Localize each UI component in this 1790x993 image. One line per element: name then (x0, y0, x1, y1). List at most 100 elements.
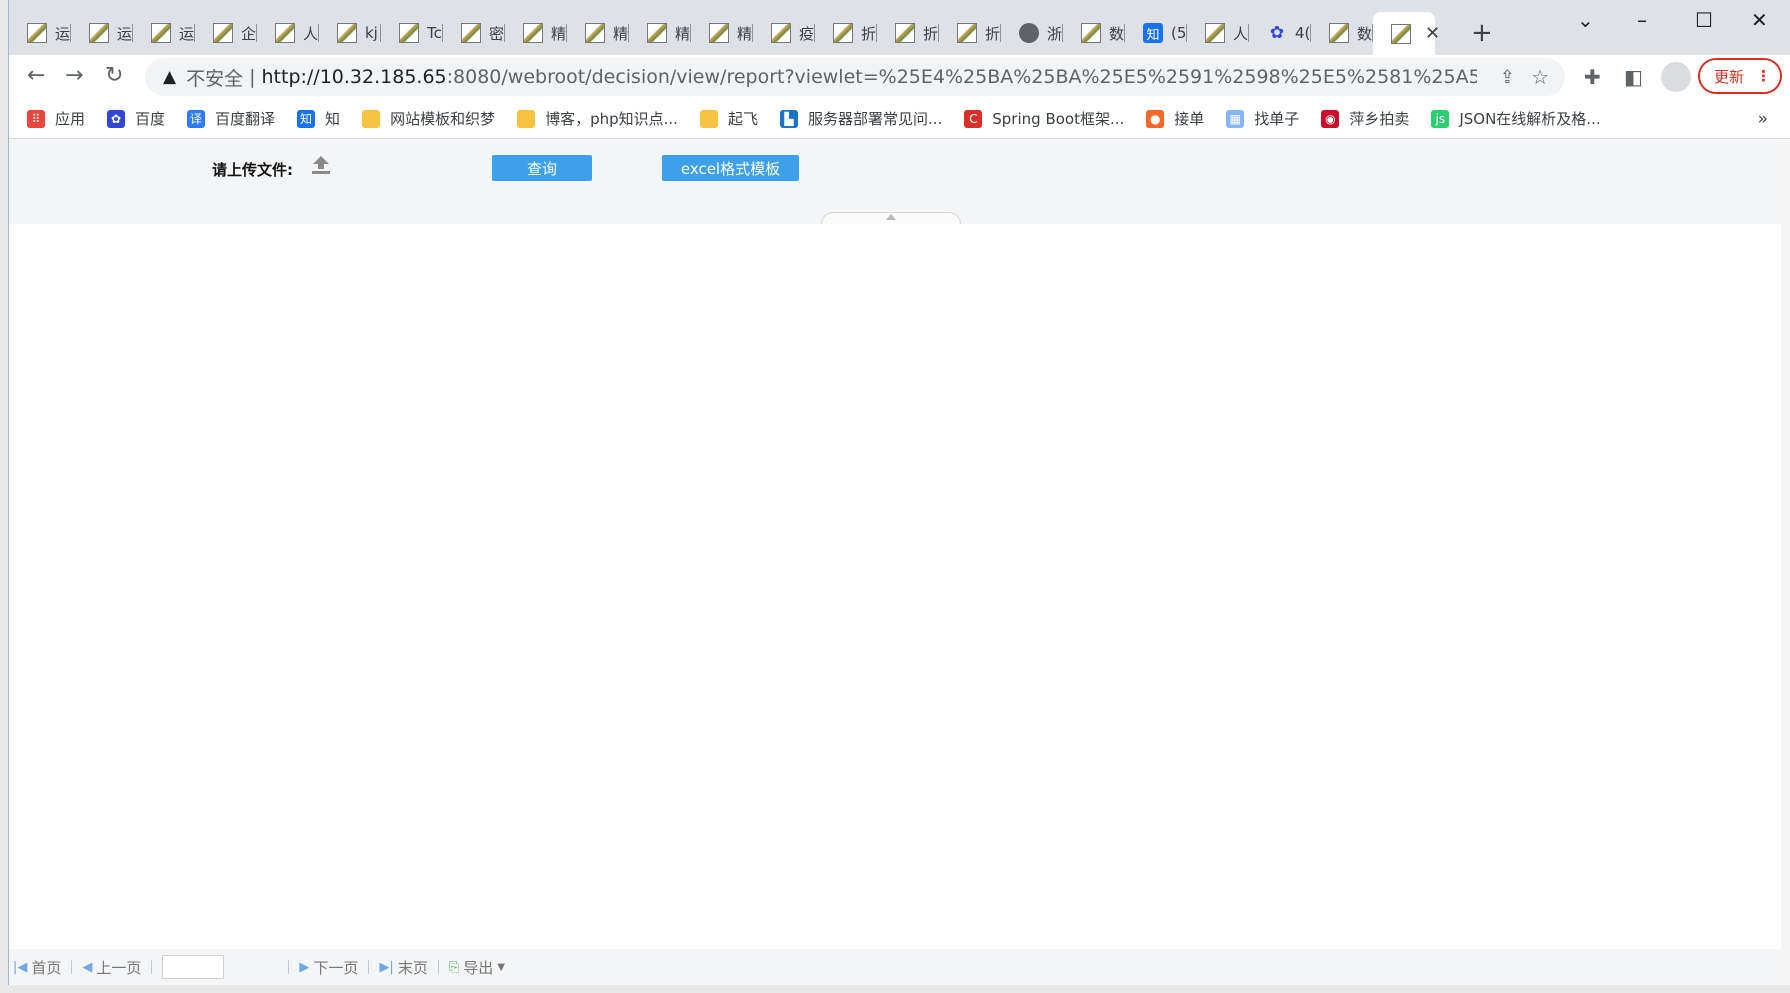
minimize-icon[interactable]: – (1637, 8, 1647, 32)
browser-tab[interactable]: 精 (629, 18, 691, 48)
previous-page-button[interactable]: ◀ 上一页 (82, 957, 141, 978)
browser-tab[interactable]: 折 (815, 18, 877, 48)
bookmark-item[interactable]: 网站模板和织梦 (362, 108, 495, 129)
side-panel-icon[interactable]: ◧ (1624, 65, 1643, 89)
bookmark-item[interactable]: 译百度翻译 (187, 108, 275, 129)
last-page-button[interactable]: ▶| 末页 (379, 957, 427, 978)
forward-arrow-icon[interactable]: → (65, 63, 83, 88)
bookmark-label: 服务器部署常见问... (807, 110, 943, 128)
bookmark-item[interactable]: ● 接单 (1146, 108, 1204, 129)
new-tab-button[interactable]: + (1471, 18, 1493, 48)
bookmark-item[interactable]: ⠿ 应用 (27, 108, 85, 129)
bookmark-label: 知 (325, 110, 341, 128)
zhihu-icon: 知 (297, 109, 316, 128)
broken-image-icon (89, 23, 109, 43)
first-page-button[interactable]: |◀ 首页 (13, 957, 61, 978)
close-window-icon[interactable]: ✕ (1751, 8, 1768, 32)
browser-tab[interactable]: 折 (939, 18, 1001, 48)
url-host: http://10.32.185.65 (261, 66, 447, 88)
extensions-puzzle-icon[interactable]: ✚ (1584, 65, 1601, 89)
active-browser-tab[interactable]: ✕ (1373, 12, 1440, 55)
export-menu-button[interactable]: ⎘ 导出 ▼ (449, 957, 505, 978)
browser-tab[interactable]: 浙 (1001, 18, 1063, 48)
bookmark-item[interactable]: ✿ 百度 (107, 108, 165, 129)
bookmark-label: 起飞 (727, 110, 758, 128)
export-icon: ⎘ (448, 959, 460, 975)
maximize-icon[interactable]: ☐ (1695, 8, 1713, 32)
broken-image-icon (957, 23, 977, 43)
pager-divider (368, 960, 370, 974)
browser-tab[interactable]: Tc (381, 18, 443, 48)
globe-icon (1019, 23, 1039, 43)
bookmarks-overflow-button[interactable]: » (1758, 109, 1768, 129)
bookmark-item[interactable]: ▙ 服务器部署常见问... (779, 108, 943, 129)
profile-avatar-icon[interactable] (1661, 62, 1691, 92)
browser-tab[interactable]: 疫 (753, 18, 815, 48)
browser-tab[interactable]: 精 (505, 18, 567, 48)
kebab-menu-icon[interactable]: ⋮ (1756, 67, 1771, 85)
browser-tab-label: 4( (1295, 24, 1311, 42)
browser-tab[interactable]: 数 (1063, 18, 1125, 48)
browser-tab[interactable]: 运 (9, 18, 71, 48)
excel-template-button[interactable]: excel格式模板 (662, 155, 799, 181)
browser-toolbar: ← → ↻ ▲ 不安全 | http://10.32.185.65 :8080/… (9, 55, 1790, 99)
update-button[interactable]: 更新 ⋮ (1698, 58, 1782, 94)
json-icon: js (1431, 109, 1450, 128)
browser-tab[interactable]: 精 (691, 18, 753, 48)
browser-tab[interactable]: 精 (567, 18, 629, 48)
reload-icon[interactable]: ↻ (105, 63, 123, 88)
browser-tab[interactable]: ✿ 4( (1249, 18, 1311, 48)
broken-image-icon (1081, 23, 1101, 43)
bookmark-item[interactable]: C Spring Boot框架... (964, 108, 1124, 129)
browser-tab[interactable]: 知 (5 (1125, 18, 1187, 48)
browser-tab[interactable]: kj (319, 18, 381, 48)
tab-search-chevron-icon[interactable]: ⌄ (1577, 8, 1594, 32)
url-path: :8080/webroot/decision/view/report?viewl… (446, 66, 1477, 88)
baidu-paw-icon: ✿ (1269, 23, 1285, 43)
browser-tab-label: 折 (923, 24, 939, 43)
bookmark-item[interactable]: js JSON在线解析及格... (1431, 108, 1601, 129)
report-pager-toolbar: |◀ 首页 ◀ 上一页 ▶ 下一页 ▶| 末页 ⎘ 导出 ▼ (9, 949, 1781, 985)
bookmark-label: 百度 (135, 110, 166, 128)
browser-tab[interactable]: 折 (877, 18, 939, 48)
next-page-button[interactable]: ▶ 下一页 (299, 957, 358, 978)
collapse-panel-handle[interactable] (821, 212, 961, 224)
folder-icon (362, 109, 381, 128)
browser-tab-label: 运 (179, 24, 195, 43)
window-left-edge (0, 0, 9, 993)
close-tab-icon[interactable]: ✕ (1425, 23, 1440, 44)
upload-cloud-icon[interactable] (309, 153, 333, 177)
bookmark-item[interactable]: 博客，php知识点... (517, 108, 678, 129)
tab-strip: + ⌄ – ☐ ✕ 运运运企人 kj Tc 密精精精精疫折折折浙数知 (5 人 ✿ 4(数 ✕ (9, 0, 1790, 55)
bookmark-item[interactable]: ▦ 找单子 (1226, 108, 1299, 129)
upload-file-label: 请上传文件: (212, 161, 293, 179)
browser-tab[interactable]: 密 (443, 18, 505, 48)
pager-divider (71, 960, 73, 974)
broken-image-icon (771, 23, 791, 43)
share-icon[interactable]: ⇪ (1500, 67, 1515, 88)
bookmark-item[interactable]: ◉ 萍乡拍卖 (1321, 108, 1409, 129)
bookmark-label: 找单子 (1254, 110, 1300, 128)
browser-tab-label: 精 (551, 24, 567, 43)
page-number-input[interactable] (162, 955, 225, 979)
broken-image-icon (27, 23, 47, 43)
browser-tab[interactable]: 企 (195, 18, 257, 48)
query-button[interactable]: 查询 (492, 155, 592, 181)
bookmark-item[interactable]: 起飞 (699, 108, 758, 129)
csdn-icon: C (964, 109, 983, 128)
first-page-label: 首页 (31, 958, 62, 977)
next-page-label: 下一页 (313, 958, 359, 977)
apps-grid-icon: ⠿ (27, 109, 45, 128)
address-bar[interactable]: ▲ 不安全 | http://10.32.185.65 :8080/webroo… (145, 58, 1565, 96)
browser-tab[interactable]: 人 (257, 18, 319, 48)
bookmark-item[interactable]: 知知 (297, 108, 340, 129)
browser-tab[interactable]: 人 (1187, 18, 1249, 48)
browser-tab-label: 运 (117, 24, 133, 43)
browser-tab[interactable]: 运 (71, 18, 133, 48)
back-arrow-icon[interactable]: ← (27, 63, 45, 88)
browser-tab[interactable]: 运 (133, 18, 195, 48)
bookmark-star-icon[interactable]: ☆ (1531, 65, 1549, 89)
browser-tab-label: 人 (303, 24, 319, 43)
browser-tab[interactable]: 数 (1311, 18, 1373, 48)
browser-tab-label: 密 (489, 24, 505, 43)
